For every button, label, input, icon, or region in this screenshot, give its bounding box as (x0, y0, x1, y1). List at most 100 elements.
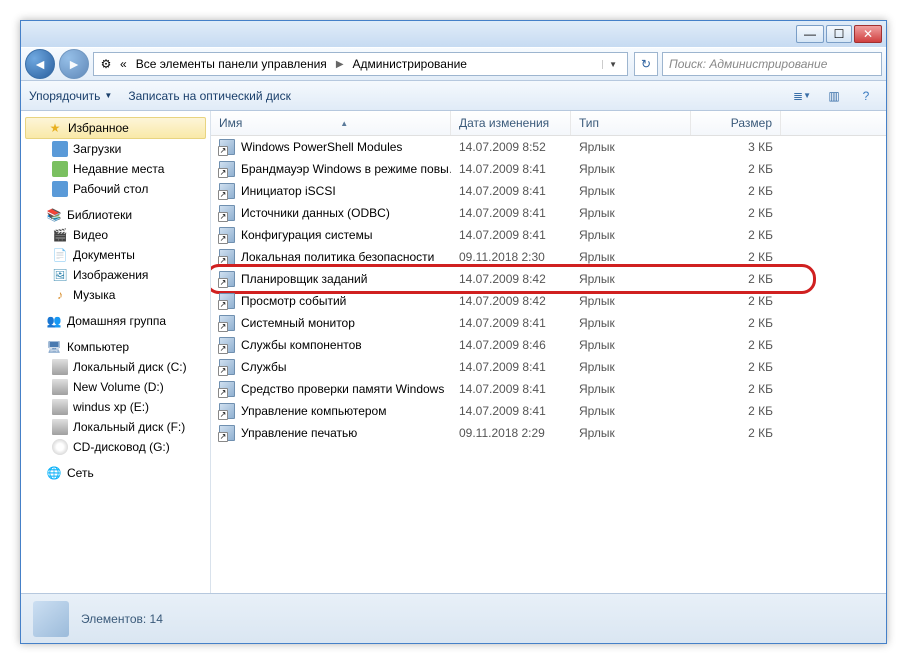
disk-icon (52, 399, 68, 415)
file-date: 14.07.2009 8:41 (451, 314, 571, 332)
sidebar-item-documents[interactable]: 📄Документы (25, 245, 210, 265)
sidebar-item-disk-d[interactable]: New Volume (D:) (25, 377, 210, 397)
file-type: Ярлык (571, 248, 691, 266)
sidebar-favorites[interactable]: ★Избранное (25, 117, 206, 139)
file-type: Ярлык (571, 292, 691, 310)
file-size: 2 КБ (691, 160, 781, 178)
file-date: 14.07.2009 8:52 (451, 138, 571, 156)
refresh-button[interactable]: ↻ (634, 52, 658, 76)
sidebar-item-video[interactable]: 🎬Видео (25, 225, 210, 245)
file-row[interactable]: Службы14.07.2009 8:41Ярлык2 КБ (211, 356, 886, 378)
file-type: Ярлык (571, 402, 691, 420)
breadcrumb-seg-2[interactable]: Администрирование (350, 57, 470, 71)
pictures-icon: 🖼 (52, 267, 68, 283)
file-row[interactable]: Локальная политика безопасности09.11.201… (211, 246, 886, 268)
file-size: 2 КБ (691, 380, 781, 398)
sidebar-item-downloads[interactable]: Загрузки (25, 139, 210, 159)
file-date: 14.07.2009 8:41 (451, 226, 571, 244)
help-button[interactable]: ? (854, 85, 878, 107)
file-name: Управление компьютером (241, 404, 386, 418)
sidebar-item-disk-f[interactable]: Локальный диск (F:) (25, 417, 210, 437)
file-row[interactable]: Средство проверки памяти Windows14.07.20… (211, 378, 886, 400)
file-type: Ярлык (571, 226, 691, 244)
control-panel-icon: ⚙ (98, 56, 114, 72)
file-name: Службы (241, 360, 286, 374)
sidebar-item-recent[interactable]: Недавние места (25, 159, 210, 179)
file-row[interactable]: Управление печатью09.11.2018 2:29Ярлык2 … (211, 422, 886, 444)
burn-button[interactable]: Записать на оптический диск (128, 89, 291, 103)
address-prefix: « (120, 57, 127, 71)
file-name: Службы компонентов (241, 338, 362, 352)
file-row[interactable]: Источники данных (ODBC)14.07.2009 8:41Яр… (211, 202, 886, 224)
column-type[interactable]: Тип (571, 111, 691, 135)
file-size: 2 КБ (691, 424, 781, 442)
file-type: Ярлык (571, 336, 691, 354)
search-input[interactable]: Поиск: Администрирование (662, 52, 882, 76)
address-bar[interactable]: ⚙ « Все элементы панели управления ▶ Адм… (93, 52, 628, 76)
file-size: 2 КБ (691, 402, 781, 420)
preview-pane-button[interactable]: ▥ (822, 85, 846, 107)
file-type: Ярлык (571, 270, 691, 288)
file-name: Планировщик заданий (241, 272, 367, 286)
address-dropdown[interactable]: ▼ (602, 60, 623, 69)
sidebar-network[interactable]: 🌐Сеть (25, 463, 210, 483)
file-size: 3 КБ (691, 138, 781, 156)
file-size: 2 КБ (691, 248, 781, 266)
file-row[interactable]: Системный монитор14.07.2009 8:41Ярлык2 К… (211, 312, 886, 334)
file-size: 2 КБ (691, 226, 781, 244)
file-type: Ярлык (571, 204, 691, 222)
sidebar-item-disk-c[interactable]: Локальный диск (C:) (25, 357, 210, 377)
breadcrumb-seg-1[interactable]: Все элементы панели управления (133, 57, 330, 71)
file-name: Конфигурация системы (241, 228, 372, 242)
shortcut-icon (219, 359, 235, 375)
file-name: Просмотр событий (241, 294, 346, 308)
sidebar-item-cd[interactable]: CD-дисковод (G:) (25, 437, 210, 457)
file-row[interactable]: Службы компонентов14.07.2009 8:46Ярлык2 … (211, 334, 886, 356)
file-type: Ярлык (571, 424, 691, 442)
file-row[interactable]: Windows PowerShell Modules14.07.2009 8:5… (211, 136, 886, 158)
cd-icon (52, 439, 68, 455)
sidebar-homegroup[interactable]: 👥Домашняя группа (25, 311, 210, 331)
file-row[interactable]: Брандмауэр Windows в режиме повы…14.07.2… (211, 158, 886, 180)
close-button[interactable]: ✕ (854, 25, 882, 43)
file-row[interactable]: Инициатор iSCSI14.07.2009 8:41Ярлык2 КБ (211, 180, 886, 202)
documents-icon: 📄 (52, 247, 68, 263)
sidebar-computer[interactable]: 🖥Компьютер (25, 337, 210, 357)
file-date: 14.07.2009 8:42 (451, 292, 571, 310)
file-size: 2 КБ (691, 270, 781, 288)
shortcut-icon (219, 139, 235, 155)
column-date[interactable]: Дата изменения (451, 111, 571, 135)
forward-button[interactable]: ► (59, 49, 89, 79)
sidebar-item-pictures[interactable]: 🖼Изображения (25, 265, 210, 285)
file-date: 14.07.2009 8:41 (451, 358, 571, 376)
sidebar-libraries[interactable]: 📚Библиотеки (25, 205, 210, 225)
file-row[interactable]: Конфигурация системы 14.07.2009 8:41Ярлык… (211, 224, 886, 246)
column-size[interactable]: Размер (691, 111, 781, 135)
organize-button[interactable]: Упорядочить▼ (29, 89, 112, 103)
sidebar-item-disk-e[interactable]: windus xp (E:) (25, 397, 210, 417)
explorer-window: — ☐ ✕ ◄ ► ⚙ « Все элементы панели управл… (20, 20, 887, 644)
column-name[interactable]: Имя▲ (211, 111, 451, 135)
column-headers: Имя▲ Дата изменения Тип Размер (211, 111, 886, 136)
sidebar-item-music[interactable]: ♪Музыка (25, 285, 210, 305)
titlebar: — ☐ ✕ (21, 21, 886, 47)
navbar: ◄ ► ⚙ « Все элементы панели управления ▶… (21, 47, 886, 81)
file-date: 14.07.2009 8:41 (451, 160, 571, 178)
file-row[interactable]: Управление компьютером14.07.2009 8:41Ярл… (211, 400, 886, 422)
file-row[interactable]: Просмотр событий14.07.2009 8:42Ярлык2 КБ (211, 290, 886, 312)
file-date: 14.07.2009 8:46 (451, 336, 571, 354)
file-type: Ярлык (571, 314, 691, 332)
view-options-button[interactable]: ≣ ▼ (790, 85, 814, 107)
file-date: 09.11.2018 2:30 (451, 248, 571, 266)
file-row[interactable]: Планировщик заданий14.07.2009 8:42Ярлык2… (211, 268, 886, 290)
back-button[interactable]: ◄ (25, 49, 55, 79)
shortcut-icon (219, 381, 235, 397)
maximize-button[interactable]: ☐ (826, 25, 852, 43)
minimize-button[interactable]: — (796, 25, 824, 43)
disk-icon (52, 379, 68, 395)
folder-icon (33, 601, 69, 637)
sidebar-item-desktop[interactable]: Рабочий стол (25, 179, 210, 199)
status-text: Элементов: 14 (81, 612, 163, 626)
desktop-icon (52, 181, 68, 197)
shortcut-icon (219, 161, 235, 177)
